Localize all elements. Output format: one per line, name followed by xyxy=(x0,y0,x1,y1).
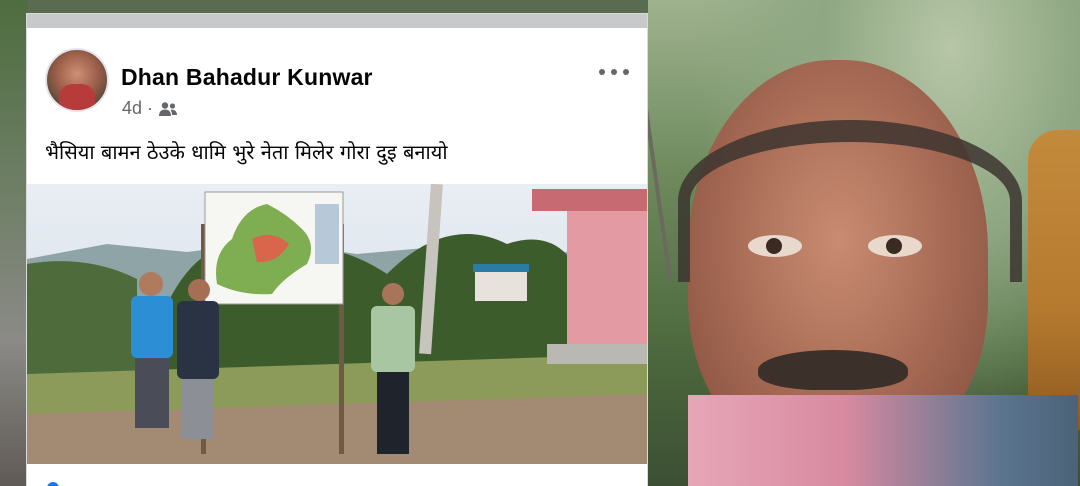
bystander-figure xyxy=(1028,130,1080,430)
author-name[interactable]: Dhan Bahadur Kunwar xyxy=(121,64,373,91)
post-photo[interactable] xyxy=(27,184,647,464)
screenshot-canvas: Dhan Bahadur Kunwar 4d · भैसिया बामन ठेउ… xyxy=(0,0,1080,486)
meta-separator: · xyxy=(147,98,154,118)
mustache xyxy=(758,350,908,390)
pole xyxy=(648,80,672,280)
post-text: भैसिया बामन ठेउके धामि भुरे नेता मिलेर ग… xyxy=(45,140,448,164)
background-photo-left xyxy=(0,0,28,486)
post-top-divider xyxy=(27,14,647,28)
person-green-shirt xyxy=(371,283,415,454)
more-horizontal-icon xyxy=(599,69,605,75)
building xyxy=(473,264,529,301)
post-photo-scene xyxy=(27,184,647,464)
post-header: Dhan Bahadur Kunwar 4d · xyxy=(27,28,647,118)
more-options-button[interactable] xyxy=(599,64,629,80)
post-footer xyxy=(27,464,647,486)
post-meta: 4d · xyxy=(122,98,178,119)
author-avatar[interactable] xyxy=(45,48,109,112)
facebook-post-card: Dhan Bahadur Kunwar 4d · भैसिया बामन ठेउ… xyxy=(27,14,647,486)
person-dark-jacket xyxy=(177,279,219,439)
shirt xyxy=(688,395,1078,486)
friends-icon[interactable] xyxy=(158,101,178,117)
post-timestamp[interactable]: 4d xyxy=(122,98,142,119)
selfie-photo xyxy=(648,0,1080,486)
reaction-icon xyxy=(47,482,59,486)
